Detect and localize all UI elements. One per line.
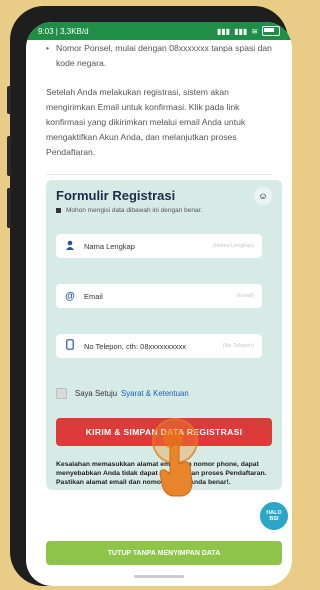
terms-agree-text: Saya Setuju bbox=[75, 389, 118, 398]
email-field[interactable]: @ Email (Email) bbox=[56, 284, 262, 308]
phone-screen: 9:03 | 3,3KB/d ▮▮▮ ▮▮▮ ≋ Nomor Ponsel, m… bbox=[26, 22, 292, 586]
divider bbox=[46, 174, 272, 175]
terms-checkbox-row[interactable]: Saya Setuju Syarat & Ketentuan bbox=[56, 388, 189, 399]
form-subtitle-text: Mohon mengisi data dibawah ini dengan be… bbox=[66, 207, 203, 214]
phone-icon bbox=[64, 339, 76, 353]
signal-icon: ▮▮▮ bbox=[216, 26, 231, 36]
page-content: Nomor Ponsel, mulai dengan 08xxxxxxx tan… bbox=[26, 40, 292, 160]
name-field-label: Nama Lengkap bbox=[84, 241, 135, 251]
email-field-label: Email bbox=[84, 291, 103, 301]
phone-field-hint: (No Telepon) bbox=[222, 343, 254, 349]
name-field-hint: (Nama Lengkap) bbox=[213, 243, 254, 249]
chat-assistant-button[interactable]: HALO BSI bbox=[258, 500, 290, 532]
status-time: 9:03 | 3,3KB/d bbox=[38, 26, 89, 36]
pointing-hand-icon bbox=[159, 443, 193, 497]
phone-frame: 9:03 | 3,3KB/d ▮▮▮ ▮▮▮ ≋ Nomor Ponsel, m… bbox=[7, 6, 292, 586]
status-bar: 9:03 | 3,3KB/d ▮▮▮ ▮▮▮ ≋ bbox=[26, 22, 292, 40]
close-without-saving-button[interactable]: TUTUP TANPA MENYIMPAN DATA bbox=[46, 541, 282, 565]
chat-badge-line2: BSI bbox=[269, 516, 279, 522]
signal-icon: ▮▮▮ bbox=[234, 26, 248, 36]
info-paragraph: Setelah Anda melakukan registrasi, siste… bbox=[46, 87, 246, 157]
email-field-hint: (Email) bbox=[236, 293, 254, 299]
form-help-icon[interactable]: ☺ bbox=[254, 187, 272, 205]
form-title: Formulir Registrasi bbox=[56, 188, 176, 203]
home-indicator bbox=[134, 575, 184, 578]
at-icon: @ bbox=[65, 290, 75, 302]
info-block: Nomor Ponsel, mulai dengan 08xxxxxxx tan… bbox=[26, 41, 292, 160]
square-bullet-icon bbox=[56, 208, 61, 213]
terms-link[interactable]: Syarat & Ketentuan bbox=[121, 389, 189, 398]
battery-icon bbox=[262, 26, 280, 36]
terms-checkbox[interactable] bbox=[56, 388, 67, 399]
wifi-icon: ≋ bbox=[251, 26, 258, 36]
name-field[interactable]: Nama Lengkap (Nama Lengkap) bbox=[56, 234, 262, 258]
phone-field-label: No Telepon, cth: 08xxxxxxxxxx bbox=[84, 341, 186, 351]
form-subtitle: Mohon mengisi data dibawah ini dengan be… bbox=[56, 207, 202, 214]
volume-down-button bbox=[7, 136, 11, 176]
volume-up-button bbox=[7, 86, 11, 114]
phone-field[interactable]: No Telepon, cth: 08xxxxxxxxxx (No Telepo… bbox=[56, 334, 262, 358]
info-bullet: Nomor Ponsel, mulai dengan 08xxxxxxx tan… bbox=[46, 41, 272, 71]
user-icon bbox=[64, 240, 76, 253]
side-button bbox=[7, 188, 11, 228]
status-icons: ▮▮▮ ▮▮▮ ≋ bbox=[217, 26, 280, 36]
